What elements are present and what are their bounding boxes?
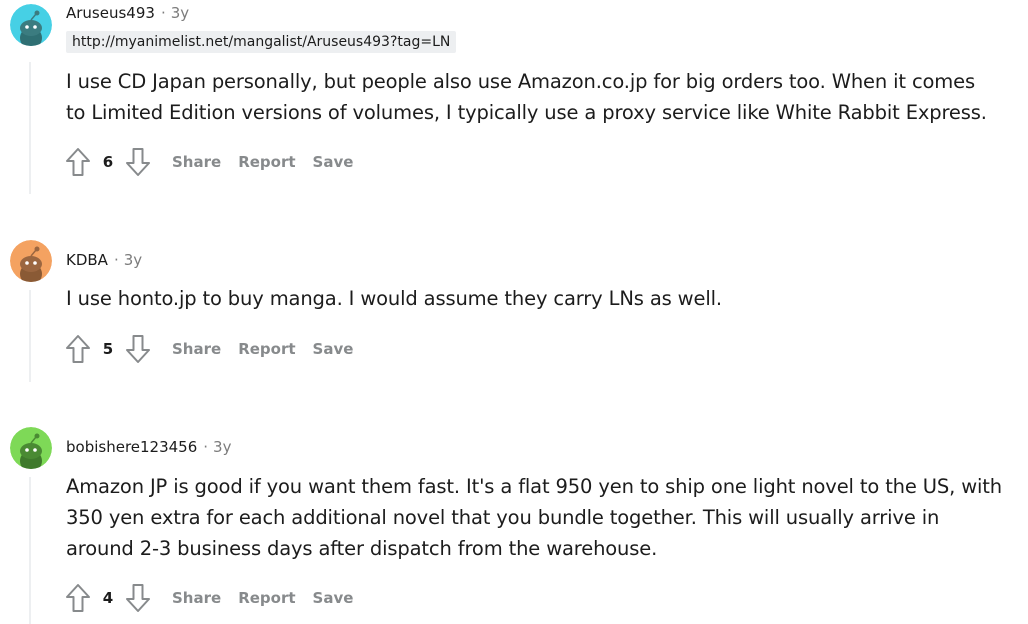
vote-score: 5 (102, 340, 114, 358)
upvote-button[interactable] (62, 146, 94, 178)
separator-dot: · (160, 4, 166, 22)
comment-body: Amazon JP is good if you want them fast.… (66, 471, 1021, 564)
username[interactable]: KDBA (66, 251, 108, 269)
comment-actions: 4 Share Report Save (62, 582, 361, 614)
separator-dot: · (203, 438, 209, 456)
comment-body-line: to Limited Edition versions of volumes, … (66, 101, 987, 124)
report-button[interactable]: Report (230, 583, 303, 613)
vote-score: 6 (102, 153, 114, 171)
share-button[interactable]: Share (164, 583, 229, 613)
downvote-button[interactable] (122, 333, 154, 365)
thread-line[interactable] (29, 62, 31, 194)
comment-meta: KDBA · 3y (66, 249, 142, 271)
comment-actions: 5 Share Report Save (62, 333, 361, 365)
arrow-up-icon (66, 335, 90, 363)
snoo-avatar-icon (10, 240, 52, 282)
comment-actions: 6 Share Report Save (62, 146, 361, 178)
comment-age[interactable]: 3y (124, 251, 142, 269)
username[interactable]: Aruseus493 (66, 4, 155, 22)
downvote-button[interactable] (122, 146, 154, 178)
snoo-avatar-icon (10, 427, 52, 469)
save-button[interactable]: Save (305, 583, 362, 613)
user-avatar[interactable] (10, 427, 52, 469)
share-button[interactable]: Share (164, 147, 229, 177)
save-button[interactable]: Save (305, 334, 362, 364)
report-button[interactable]: Report (230, 334, 303, 364)
comment-body-line: I use honto.jp to buy manga. I would ass… (66, 287, 722, 310)
username[interactable]: bobishere123456 (66, 438, 197, 456)
separator-dot: · (113, 251, 119, 269)
arrow-down-icon (126, 584, 150, 612)
thread-line[interactable] (29, 290, 31, 382)
upvote-button[interactable] (62, 333, 94, 365)
thread-line[interactable] (29, 477, 31, 624)
user-flair: http://myanimelist.net/mangalist/Aruseus… (66, 31, 457, 53)
comment-body: I use CD Japan personally, but people al… (66, 66, 1021, 128)
comment-age[interactable]: 3y (171, 4, 189, 22)
arrow-up-icon (66, 584, 90, 612)
comment-body-line: around 2-3 business days after dispatch … (66, 537, 658, 560)
comment-body-line: I use CD Japan personally, but people al… (66, 70, 976, 93)
arrow-down-icon (126, 335, 150, 363)
vote-score: 4 (102, 589, 114, 607)
comment-meta: bobishere123456 · 3y (66, 436, 231, 458)
user-avatar[interactable] (10, 4, 52, 46)
comment-body: I use honto.jp to buy manga. I would ass… (66, 283, 1021, 314)
snoo-avatar-icon (10, 4, 52, 46)
comment-body-line: 350 yen extra for each additional novel … (66, 506, 940, 529)
save-button[interactable]: Save (305, 147, 362, 177)
comment-body-line: Amazon JP is good if you want them fast.… (66, 475, 1003, 498)
share-button[interactable]: Share (164, 334, 229, 364)
downvote-button[interactable] (122, 582, 154, 614)
comment-meta: Aruseus493 · 3y (66, 2, 189, 24)
arrow-down-icon (126, 148, 150, 176)
report-button[interactable]: Report (230, 147, 303, 177)
arrow-up-icon (66, 148, 90, 176)
upvote-button[interactable] (62, 582, 94, 614)
comment-age[interactable]: 3y (213, 438, 231, 456)
user-avatar[interactable] (10, 240, 52, 282)
